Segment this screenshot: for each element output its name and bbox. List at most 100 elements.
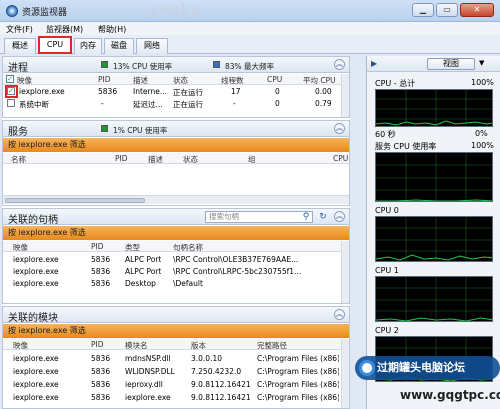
- menu-monitor[interactable]: 监视器(M): [46, 24, 83, 35]
- tab-overview[interactable]: 概述: [4, 38, 36, 54]
- module-pid: 5836: [91, 380, 111, 389]
- col-full-path[interactable]: 完整路径: [257, 340, 287, 351]
- process-row[interactable]: ✓ iexplore.exe 5836 Interne... 正在运行 17 0…: [3, 86, 349, 97]
- services-h-scrollbar[interactable]: [3, 195, 349, 204]
- handle-row[interactable]: iexplore.exe 5836 ALPC Port \RPC Control…: [3, 254, 349, 265]
- expand-icon[interactable]: ▶: [371, 59, 377, 68]
- cpu-total-pct: 100%: [471, 78, 494, 87]
- checkbox-highlight: [5, 85, 18, 98]
- processes-scrollbar[interactable]: [341, 74, 349, 117]
- col-version[interactable]: 版本: [191, 340, 206, 351]
- tab-memory[interactable]: 内存: [74, 38, 102, 54]
- view-dropdown-icon[interactable]: ▼: [479, 59, 484, 67]
- col-desc[interactable]: 描述: [133, 75, 148, 86]
- services-cpu-usage: 1% CPU 使用率: [113, 126, 168, 135]
- cpu0-label: CPU 0: [375, 206, 399, 215]
- module-path: C:\Program Files (x86)\: [257, 393, 339, 402]
- module-image: iexplore.exe: [13, 354, 59, 363]
- processes-title: 进程: [8, 63, 28, 74]
- handle-row[interactable]: iexplore.exe 5836 ALPC Port \RPC Control…: [3, 266, 349, 277]
- handle-pid: 5836: [91, 279, 111, 288]
- process-threads: 17: [231, 87, 241, 96]
- handle-name: \RPC Control\LRPC-5bc230755f1...: [173, 267, 302, 276]
- close-button[interactable]: ✕: [460, 3, 494, 17]
- module-pid: 5836: [91, 367, 111, 376]
- col-avg-cpu[interactable]: 平均 CPU: [303, 75, 336, 86]
- col-pid[interactable]: PID: [91, 340, 104, 349]
- search-icon[interactable]: ⚲: [300, 211, 312, 223]
- module-row[interactable]: iexplore.exe 5836 iexplore.exe 9.0.8112.…: [3, 392, 349, 403]
- process-cpu: 0: [275, 87, 280, 96]
- module-pid: 5836: [91, 354, 111, 363]
- view-button[interactable]: 视图: [427, 58, 475, 70]
- process-avg-cpu: 0.79: [315, 99, 332, 108]
- handles-column-header: 映像 PID 类型 句柄名称: [3, 241, 349, 252]
- col-threads[interactable]: 线程数: [221, 75, 244, 86]
- handles-header[interactable]: 关联的句柄 搜索句柄 ⚲ ↻ ︽: [3, 209, 349, 226]
- col-group[interactable]: 组: [248, 154, 256, 165]
- col-cpu[interactable]: CPU: [333, 154, 348, 163]
- tab-cpu[interactable]: CPU: [38, 36, 72, 54]
- scroll-thumb[interactable]: [5, 198, 145, 203]
- col-cpu[interactable]: CPU: [267, 75, 282, 84]
- handle-row[interactable]: iexplore.exe 5836 Desktop \Default: [3, 278, 349, 289]
- modules-header[interactable]: 关联的模块 ︽: [3, 307, 349, 324]
- col-pid[interactable]: PID: [115, 154, 128, 163]
- handle-image: iexplore.exe: [13, 267, 59, 276]
- col-status[interactable]: 状态: [183, 154, 198, 165]
- processes-header[interactable]: 进程 13% CPU 使用率 83% 最大频率 ︽: [3, 57, 349, 74]
- processes-cpu-usage: 13% CPU 使用率: [113, 62, 173, 71]
- module-row[interactable]: iexplore.exe 5836 WLIDNSP.DLL 7.250.4232…: [3, 366, 349, 377]
- modules-section: 关联的模块 ︽ 按 iexplore.exe 筛选 映像 PID 模块名 版本 …: [2, 306, 350, 409]
- process-threads: -: [233, 99, 236, 108]
- col-pid[interactable]: PID: [91, 242, 104, 251]
- collapse-handles-icon[interactable]: ︽: [334, 211, 345, 222]
- select-all-checkbox[interactable]: ✓: [6, 75, 14, 83]
- col-module-name[interactable]: 模块名: [125, 340, 148, 351]
- cpu-total-graph: [375, 89, 493, 127]
- processes-max-freq: 83% 最大频率: [225, 62, 275, 71]
- modules-scrollbar[interactable]: [341, 339, 349, 408]
- max-freq-swatch: [213, 61, 220, 68]
- col-pid[interactable]: PID: [98, 75, 111, 84]
- menu-help[interactable]: 帮助(H): [98, 24, 126, 35]
- col-handle-name[interactable]: 句柄名称: [173, 242, 203, 253]
- tab-network[interactable]: 网络: [136, 38, 168, 54]
- process-checkbox[interactable]: [7, 99, 15, 107]
- col-image[interactable]: 映像: [13, 340, 28, 351]
- collapse-processes-icon[interactable]: ︽: [334, 59, 345, 70]
- module-row[interactable]: iexplore.exe 5836 mdnsNSP.dll 3.0.0.10 C…: [3, 353, 349, 364]
- services-column-header: 名称 PID 描述 状态 组 CPU: [3, 153, 349, 164]
- menu-file[interactable]: 文件(F): [6, 24, 33, 35]
- processes-section: 进程 13% CPU 使用率 83% 最大频率 ︽ ✓ 映像 PID 描述 状态…: [2, 56, 350, 118]
- col-name[interactable]: 名称: [11, 154, 26, 165]
- menu-bar: 文件(F) 监视器(M) 帮助(H): [0, 22, 500, 35]
- collapse-modules-icon[interactable]: ︽: [334, 309, 345, 320]
- module-row[interactable]: iexplore.exe 5836 ieproxy.dll 9.0.8112.1…: [3, 379, 349, 390]
- col-image[interactable]: 映像: [13, 242, 28, 253]
- collapse-services-icon[interactable]: ︽: [334, 123, 345, 134]
- refresh-icon[interactable]: ↻: [317, 211, 329, 223]
- col-desc[interactable]: 描述: [148, 154, 163, 165]
- cpu2-label: CPU 2: [375, 326, 399, 335]
- maximize-button[interactable]: ▭: [436, 3, 458, 17]
- handles-filter-bar: 按 iexplore.exe 筛选: [3, 226, 349, 240]
- module-version: 9.0.8112.16421: [191, 393, 251, 402]
- col-type[interactable]: 类型: [125, 242, 140, 253]
- col-status[interactable]: 状态: [173, 75, 188, 86]
- minimize-button[interactable]: ▁: [412, 3, 434, 17]
- module-version: 7.250.4232.0: [191, 367, 242, 376]
- modules-filter-bar: 按 iexplore.exe 筛选: [3, 324, 349, 338]
- handle-name: \Default: [173, 279, 203, 288]
- services-header[interactable]: 服务 1% CPU 使用率 ︽: [3, 121, 349, 138]
- process-row[interactable]: 系统中断 - 延迟过... 正在运行 - 0 0.79: [3, 98, 349, 109]
- watermark-brand: yesky: [150, 2, 201, 18]
- cpu1-label: CPU 1: [375, 266, 399, 275]
- handles-scrollbar[interactable]: [341, 241, 349, 303]
- process-desc: 延迟过...: [133, 100, 163, 109]
- module-name: ieproxy.dll: [125, 380, 163, 389]
- col-image[interactable]: 映像: [17, 75, 32, 86]
- search-handles-input[interactable]: 搜索句柄: [205, 211, 313, 223]
- handle-type: ALPC Port: [125, 267, 162, 276]
- tab-disk[interactable]: 磁盘: [104, 38, 134, 54]
